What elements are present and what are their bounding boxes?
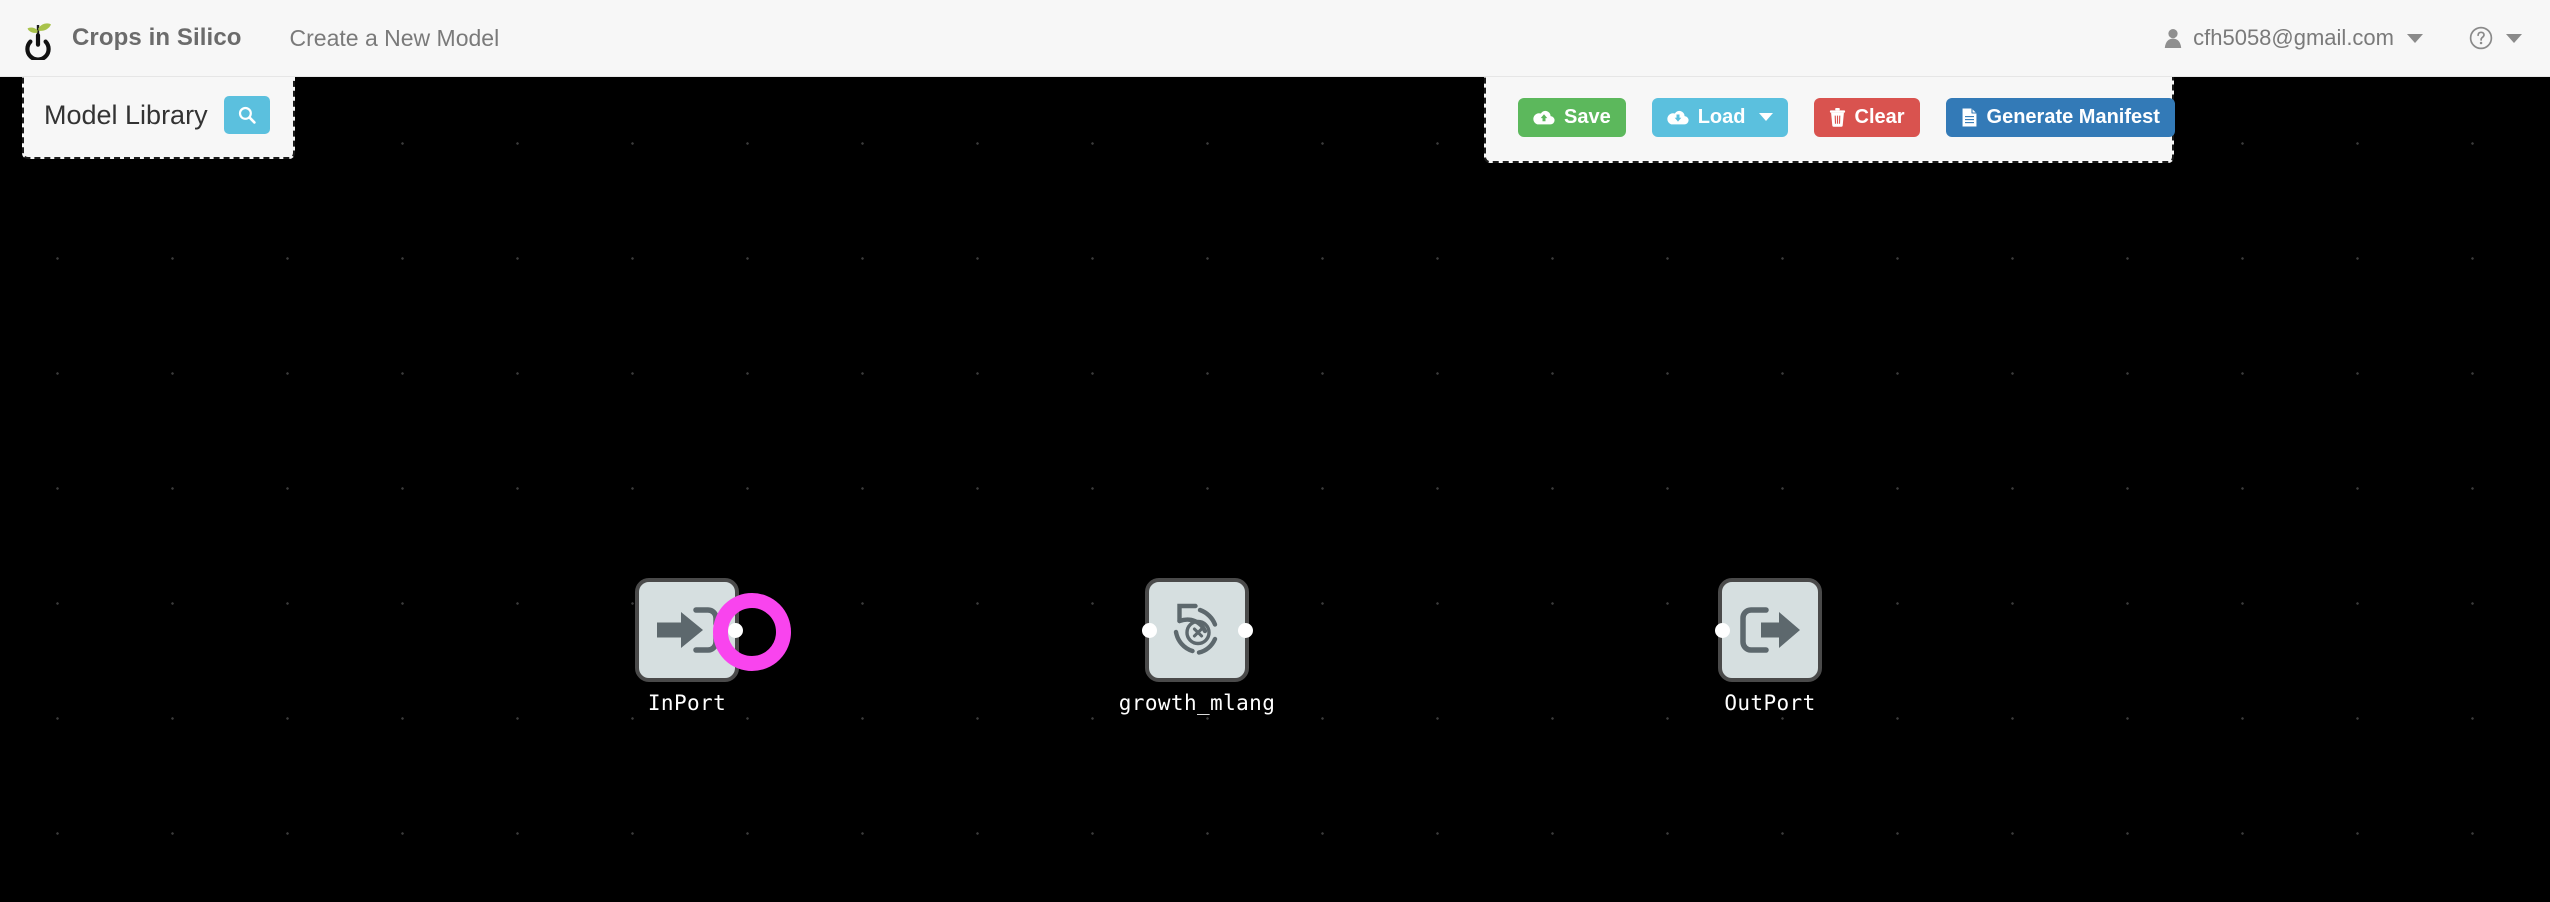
caret-down-icon (2506, 33, 2522, 43)
navbar-left-group: Crops in Silico Create a New Model (0, 0, 499, 76)
top-navbar: Crops in Silico Create a New Model cfh50… (0, 0, 2550, 77)
graph-node-growth-mlang[interactable]: growth_mlang (1119, 578, 1275, 715)
brand-title[interactable]: Crops in Silico (72, 24, 242, 52)
node-label: growth_mlang (1118, 691, 1276, 715)
node-body[interactable] (1141, 578, 1253, 682)
node-label: OutPort (1724, 691, 1816, 715)
canvas-toolbar-panel: Save Load Clear Generate Manifest (1484, 77, 2175, 163)
user-account-menu[interactable]: cfh5058@gmail.com (2164, 25, 2423, 51)
file-text-icon (1960, 106, 1978, 128)
clear-button[interactable]: Clear (1813, 97, 1920, 137)
load-button[interactable]: Load (1651, 97, 1788, 137)
search-icon-button[interactable] (223, 96, 270, 134)
trash-icon (1829, 107, 1846, 127)
caret-down-icon (2407, 33, 2423, 43)
load-button-label: Load (1697, 105, 1746, 128)
model-graph-canvas[interactable]: Model Library Save Load Clear Generate M… (0, 77, 2550, 902)
save-button[interactable]: Save (1518, 97, 1626, 137)
user-email-label: cfh5058@gmail.com (2193, 25, 2394, 50)
sprout-power-logo-icon[interactable] (18, 16, 58, 62)
navbar-right-group: cfh5058@gmail.com (2164, 0, 2550, 76)
node-input-port[interactable] (1714, 622, 1730, 638)
node-input-port[interactable] (1141, 622, 1157, 638)
help-menu[interactable] (2469, 26, 2522, 50)
inport-arrow-icon (656, 602, 718, 658)
nav-link-create-new-model[interactable]: Create a New Model (290, 25, 500, 52)
model-library-panel: Model Library (22, 77, 295, 159)
model-library-label: Model Library (44, 99, 208, 130)
graph-node-outport[interactable]: OutPort (1714, 578, 1822, 715)
search-icon (237, 105, 257, 125)
user-icon (2164, 28, 2182, 48)
clear-button-label: Clear (1854, 105, 1905, 128)
save-button-label: Save (1564, 105, 1611, 128)
cloud-upload-icon (1533, 109, 1555, 126)
model-5-x-icon (1166, 599, 1228, 661)
node-output-port[interactable] (1237, 622, 1253, 638)
application-root: Crops in Silico Create a New Model cfh50… (0, 0, 2550, 902)
node-label: InPort (647, 691, 727, 715)
generate-manifest-button-label: Generate Manifest (1986, 105, 2160, 128)
generate-manifest-button[interactable]: Generate Manifest (1945, 97, 2175, 137)
node-output-port[interactable] (727, 622, 743, 638)
node-body[interactable] (1714, 578, 1822, 682)
question-circle-icon (2469, 26, 2493, 50)
graph-node-inport[interactable]: InPort (635, 578, 743, 715)
caret-down-icon (1758, 113, 1773, 121)
cloud-download-icon (1667, 109, 1689, 126)
outport-arrow-icon (1739, 602, 1801, 658)
node-body[interactable] (635, 578, 743, 682)
